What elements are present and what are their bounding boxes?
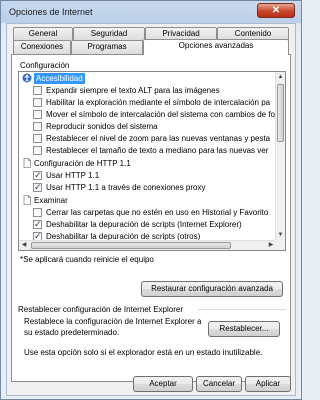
close-button[interactable]: ✕ (257, 3, 295, 18)
option-label: Expandir siempre el texto ALT para las i… (46, 86, 220, 95)
close-icon: ✕ (271, 5, 281, 16)
checkbox[interactable] (33, 98, 42, 107)
divider (198, 309, 286, 310)
tab-advanced-options[interactable]: Opciones avanzadas (143, 39, 289, 55)
restore-advanced-button[interactable]: Restaurar configuración avanzada (141, 281, 283, 297)
horizontal-scrollbar[interactable]: ◀ ▶ (19, 240, 276, 250)
tab-connections[interactable]: Conexiones (13, 40, 71, 54)
option-label: Deshabilitar la depuración de scripts (I… (46, 220, 242, 229)
title-bar[interactable]: Opciones de Internet ✕ (1, 1, 301, 23)
checkbox[interactable] (33, 146, 42, 155)
tab-security[interactable]: Seguridad (73, 27, 145, 41)
section-header-accessibility: Accesibilidad (34, 73, 85, 84)
reset-warning: Use esta opción solo si el explorador es… (24, 348, 263, 357)
reset-button[interactable]: Restablecer... (208, 321, 280, 337)
option-label: Usar HTTP 1.1 (46, 171, 100, 180)
checkbox[interactable] (33, 110, 42, 119)
checkbox[interactable] (33, 134, 42, 143)
scroll-thumb[interactable] (277, 84, 284, 142)
section-header-browse: Examinar (34, 196, 68, 205)
scroll-down-icon[interactable]: ▼ (276, 230, 285, 240)
checkbox-checked[interactable]: ✓ (33, 171, 42, 180)
tab-general[interactable]: General (13, 27, 73, 41)
accessibility-icon (22, 73, 32, 83)
cancel-button[interactable]: Cancelar (196, 376, 242, 392)
option-label: Usar HTTP 1.1 a través de conexiones pro… (46, 183, 206, 192)
option-label: Restablecer el nivel de zoom para las nu… (46, 134, 271, 143)
vertical-scrollbar[interactable]: ▲ ▼ (275, 72, 285, 250)
page-icon (23, 158, 31, 168)
dialog-body: General Seguridad Privacidad Contenido C… (6, 23, 296, 396)
settings-list[interactable]: Accesibilidad Expandir siempre el texto … (18, 71, 286, 251)
scroll-corner (275, 240, 285, 250)
reset-description: su estado predeterminado. (24, 328, 120, 337)
option-label: Restablecer el tamaño de texto a mediano… (46, 146, 269, 155)
option-label: Habilitar la exploración mediante el sím… (46, 98, 271, 107)
option-label: Mover el símbolo de intercalación del si… (46, 110, 275, 119)
scroll-thumb[interactable] (31, 242, 231, 249)
checkbox[interactable] (33, 122, 42, 131)
option-label: Cerrar las carpetas que no estén en uso … (46, 208, 269, 217)
checkbox[interactable] (33, 208, 42, 217)
checkbox-checked[interactable]: ✓ (33, 220, 42, 229)
scroll-up-icon[interactable]: ▲ (276, 72, 285, 82)
internet-options-window: Opciones de Internet ✕ General Seguridad… (0, 0, 302, 400)
ok-button[interactable]: Aceptar (133, 376, 193, 392)
tab-programs[interactable]: Programas (71, 40, 143, 54)
advanced-options-panel: Configuración Accesibilidad Expandir sie… (11, 54, 291, 382)
restart-note: *Se aplicará cuando reinicie el equipo (20, 255, 154, 264)
settings-label: Configuración (20, 61, 70, 70)
section-header-http: Configuración de HTTP 1.1 (34, 159, 131, 168)
apply-button[interactable]: Aplicar (245, 376, 291, 392)
reset-section-title: Restablecer configuración de Internet Ex… (18, 305, 183, 314)
option-label: Reproducir sonidos del sistema (46, 122, 158, 131)
scroll-left-icon[interactable]: ◀ (19, 241, 29, 250)
checkbox[interactable] (33, 86, 42, 95)
window-title: Opciones de Internet (9, 7, 93, 17)
page-icon (23, 195, 31, 205)
reset-description: Restablece la configuración de Internet … (24, 317, 202, 326)
checkbox-checked[interactable]: ✓ (33, 183, 42, 192)
